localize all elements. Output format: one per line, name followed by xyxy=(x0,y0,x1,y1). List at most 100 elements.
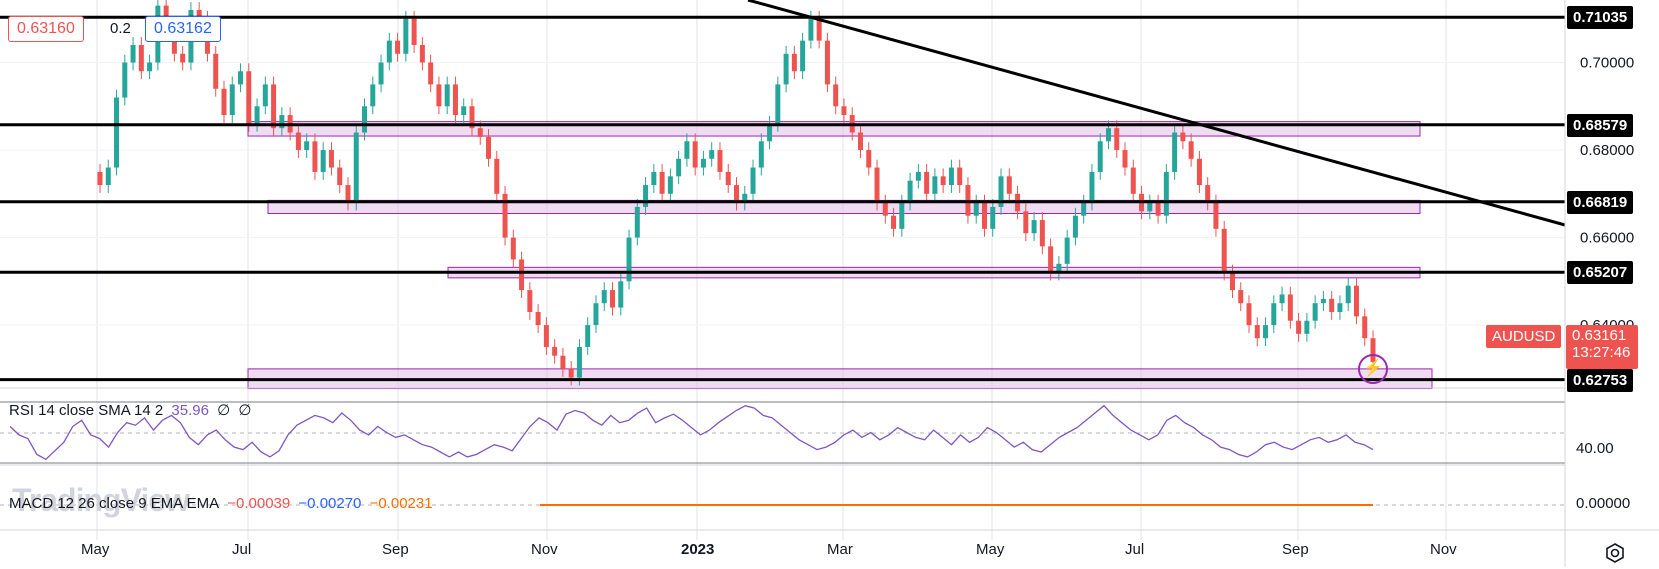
candle-body xyxy=(758,141,764,168)
level-price-tag: 0.66819 xyxy=(1567,190,1634,214)
candle-body xyxy=(940,176,946,186)
candle-body xyxy=(882,202,888,216)
candle-body xyxy=(519,259,525,291)
trendline[interactable] xyxy=(747,0,1566,227)
candle-body xyxy=(419,45,425,63)
candle-body xyxy=(304,141,310,151)
candle-body xyxy=(593,303,599,326)
candle-body xyxy=(262,84,268,107)
candle-body xyxy=(345,185,351,203)
candle-body xyxy=(130,45,136,63)
candle-body xyxy=(1246,303,1252,326)
candle-body xyxy=(353,132,359,203)
candle-body xyxy=(626,237,632,282)
candle-body xyxy=(1155,202,1161,216)
candle-body xyxy=(320,150,326,172)
candle-body xyxy=(246,71,252,124)
trendline-segment xyxy=(747,0,1566,227)
candle-body xyxy=(791,53,797,72)
candle-body xyxy=(1238,290,1244,304)
candle-body xyxy=(337,167,343,186)
ask-price-box[interactable]: 0.63162 xyxy=(145,16,221,42)
time-axis-label: 2023 xyxy=(681,541,715,558)
candle-body xyxy=(378,62,384,85)
bid-price-box[interactable]: 0.63160 xyxy=(8,16,84,42)
chart-canvas[interactable]: 0.700000.680000.660000.64000 xyxy=(0,0,1659,567)
candle-body xyxy=(1188,141,1194,159)
level-price-tag: 0.62753 xyxy=(1567,368,1634,392)
candle-body xyxy=(1213,202,1219,229)
candle-body xyxy=(866,150,872,168)
candle-body xyxy=(767,123,773,142)
time-axis-label: May xyxy=(81,541,110,558)
candle-body xyxy=(857,132,863,151)
ask-price: 0.63162 xyxy=(154,20,212,37)
candle-body xyxy=(1097,141,1103,172)
macd-value-1: −0.00039 xyxy=(227,495,291,512)
candle-body xyxy=(1105,128,1111,142)
candle-body xyxy=(1163,171,1169,216)
macd-axis-tick: 0.00000 xyxy=(1576,495,1631,512)
settings-gear-icon[interactable] xyxy=(1604,542,1626,564)
candle-body xyxy=(312,141,318,172)
candle-body xyxy=(775,84,781,124)
candle-body xyxy=(824,40,830,85)
candle-body xyxy=(990,206,996,229)
candle-body xyxy=(808,18,814,41)
candle-body xyxy=(1130,167,1136,194)
candle-body xyxy=(213,53,219,89)
candle-body xyxy=(461,106,467,116)
candle-body xyxy=(800,40,806,72)
candle-body xyxy=(948,167,954,186)
candle-body xyxy=(634,206,640,238)
candle-body xyxy=(486,136,492,159)
candle-body xyxy=(1296,320,1302,334)
candle-body xyxy=(1362,316,1368,339)
candle-body xyxy=(610,290,616,308)
candle-body xyxy=(1081,202,1087,216)
spread-value: 0.2 xyxy=(110,20,131,37)
candle-body xyxy=(692,141,698,168)
candle-body xyxy=(1353,285,1359,317)
macd-legend[interactable]: MACD 12 26 close 9 EMA EMA −0.00039 −0.0… xyxy=(9,495,437,512)
candle-body xyxy=(981,202,987,229)
candle-body xyxy=(1031,220,1037,234)
candle-body xyxy=(436,84,442,107)
candle-body xyxy=(494,158,500,194)
time-axis-label: Sep xyxy=(1282,541,1309,558)
candle-body xyxy=(601,290,607,304)
candle-body xyxy=(1122,150,1128,168)
candle-body xyxy=(527,290,533,312)
candle-body xyxy=(105,167,111,186)
candle-body xyxy=(1263,325,1269,339)
candle-body xyxy=(618,281,624,308)
symbol-tag: AUDUSD xyxy=(1486,325,1562,348)
candle-body xyxy=(717,150,723,172)
candle-body xyxy=(295,132,301,151)
candle-body xyxy=(899,202,905,229)
candle-body xyxy=(254,106,260,124)
candle-body xyxy=(510,237,516,260)
candle-body xyxy=(841,106,847,116)
candle-body xyxy=(1089,171,1095,203)
time-axis-label: May xyxy=(976,541,1005,558)
macd-label: MACD 12 26 close 9 EMA EMA xyxy=(9,495,220,512)
rsi-label: RSI 14 close SMA 14 2 xyxy=(9,402,164,419)
lightning-alert-icon[interactable]: ⚡ xyxy=(1358,354,1388,384)
candle-body xyxy=(907,180,913,203)
candle-body xyxy=(1304,320,1310,334)
candle-body xyxy=(477,128,483,137)
candle-body xyxy=(783,53,789,85)
candle-body xyxy=(1196,158,1202,186)
candle-body xyxy=(709,150,715,159)
candle-body xyxy=(1039,220,1045,247)
rsi-legend[interactable]: RSI 14 close SMA 14 2 35.96 ∅ ∅ xyxy=(9,401,255,419)
candle-body xyxy=(97,171,103,186)
candle-body xyxy=(1023,211,1029,234)
candle-body xyxy=(428,62,434,85)
candle-body xyxy=(229,84,235,116)
candle-body xyxy=(725,171,731,186)
macd-value-2: −0.00270 xyxy=(298,495,362,512)
candle-body xyxy=(734,185,739,203)
candle-body xyxy=(114,97,120,168)
